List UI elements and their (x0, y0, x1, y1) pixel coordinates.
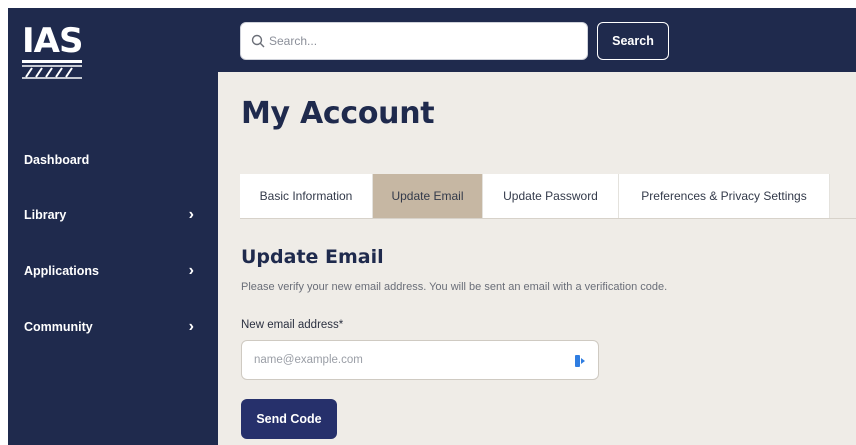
tab-update-password[interactable]: Update Password (483, 174, 619, 218)
logo-text: IAS (22, 21, 83, 63)
email-field-label: New email address* (241, 319, 344, 331)
tab-divider (240, 218, 856, 219)
section-title: Update Email (241, 246, 384, 268)
logo-stripes-icon (22, 65, 82, 79)
chevron-right-icon: › (188, 206, 194, 223)
sidebar-item-label: Library (24, 208, 67, 222)
sidebar-item-label: Applications (24, 264, 100, 278)
chevron-right-icon: › (188, 262, 194, 279)
sidebar-item-label: Dashboard (24, 153, 90, 167)
top-bar: Search... Search (218, 8, 856, 72)
sidebar-item-dashboard[interactable]: Dashboard (8, 145, 218, 175)
email-placeholder: name@example.com (254, 354, 363, 366)
ias-logo[interactable]: IAS (22, 24, 88, 96)
tab-preferences-privacy[interactable]: Preferences & Privacy Settings (619, 174, 830, 218)
sidebar: IAS Dashboard Library › Applications › C… (8, 8, 218, 445)
search-icon (251, 34, 265, 48)
section-description: Please verify your new email address. Yo… (241, 281, 668, 293)
email-field[interactable]: name@example.com (241, 340, 599, 380)
search-input[interactable]: Search... (240, 22, 588, 60)
send-code-button[interactable]: Send Code (241, 399, 337, 439)
tab-update-email[interactable]: Update Email (373, 174, 483, 218)
account-tabs: Basic Information Update Email Update Pa… (240, 174, 830, 218)
chevron-right-icon: › (188, 318, 194, 335)
sidebar-item-applications[interactable]: Applications › (8, 256, 218, 286)
page-title: My Account (241, 96, 435, 131)
sidebar-item-label: Community (24, 320, 93, 334)
search-button[interactable]: Search (597, 22, 669, 60)
main-content: Search... Search My Account Basic Inform… (218, 8, 856, 445)
sidebar-item-community[interactable]: Community › (8, 312, 218, 342)
search-placeholder: Search... (269, 34, 318, 48)
tab-basic-information[interactable]: Basic Information (240, 174, 373, 218)
sidebar-item-library[interactable]: Library › (8, 200, 218, 230)
autofill-icon[interactable] (574, 354, 586, 368)
app-frame: IAS Dashboard Library › Applications › C… (8, 8, 856, 445)
